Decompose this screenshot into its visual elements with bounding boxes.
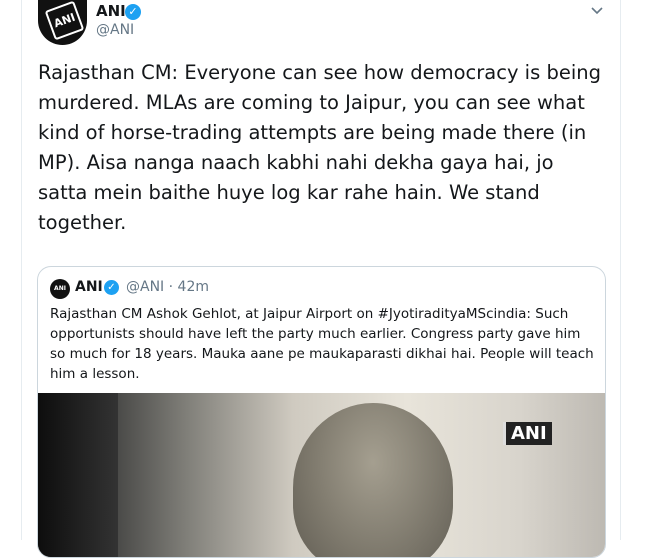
ani-watermark-logo: ANI <box>503 422 552 445</box>
quoted-tweet[interactable]: ANI ANI ✓ @ANI · 42m Rajasthan CM Ashok … <box>37 266 606 558</box>
verified-badge-icon: ✓ <box>125 4 141 20</box>
quoted-media-image[interactable]: ANI <box>38 393 605 557</box>
quoted-author-name: ANI <box>75 279 103 295</box>
author-handle[interactable]: @ANI <box>96 22 134 38</box>
tweet-text: Rajasthan CM: Everyone can see how democ… <box>38 61 601 234</box>
quoted-timestamp[interactable]: 42m <box>178 279 209 295</box>
quoted-handle-time: @ANI · 42m <box>126 279 209 295</box>
media-dark-area <box>38 393 118 557</box>
verified-badge-icon: ✓ <box>104 280 119 295</box>
quoted-author-avatar: ANI <box>50 279 70 299</box>
quoted-author-handle: @ANI <box>126 279 165 295</box>
chevron-down-icon[interactable] <box>590 3 604 17</box>
quoted-tweet-text: Rajasthan CM Ashok Gehlot, at Jaipur Air… <box>50 306 594 382</box>
media-person <box>293 403 453 557</box>
author-name[interactable]: ANI <box>96 2 126 20</box>
avatar-logo: ANI <box>44 0 85 41</box>
separator-dot: · <box>168 279 174 295</box>
